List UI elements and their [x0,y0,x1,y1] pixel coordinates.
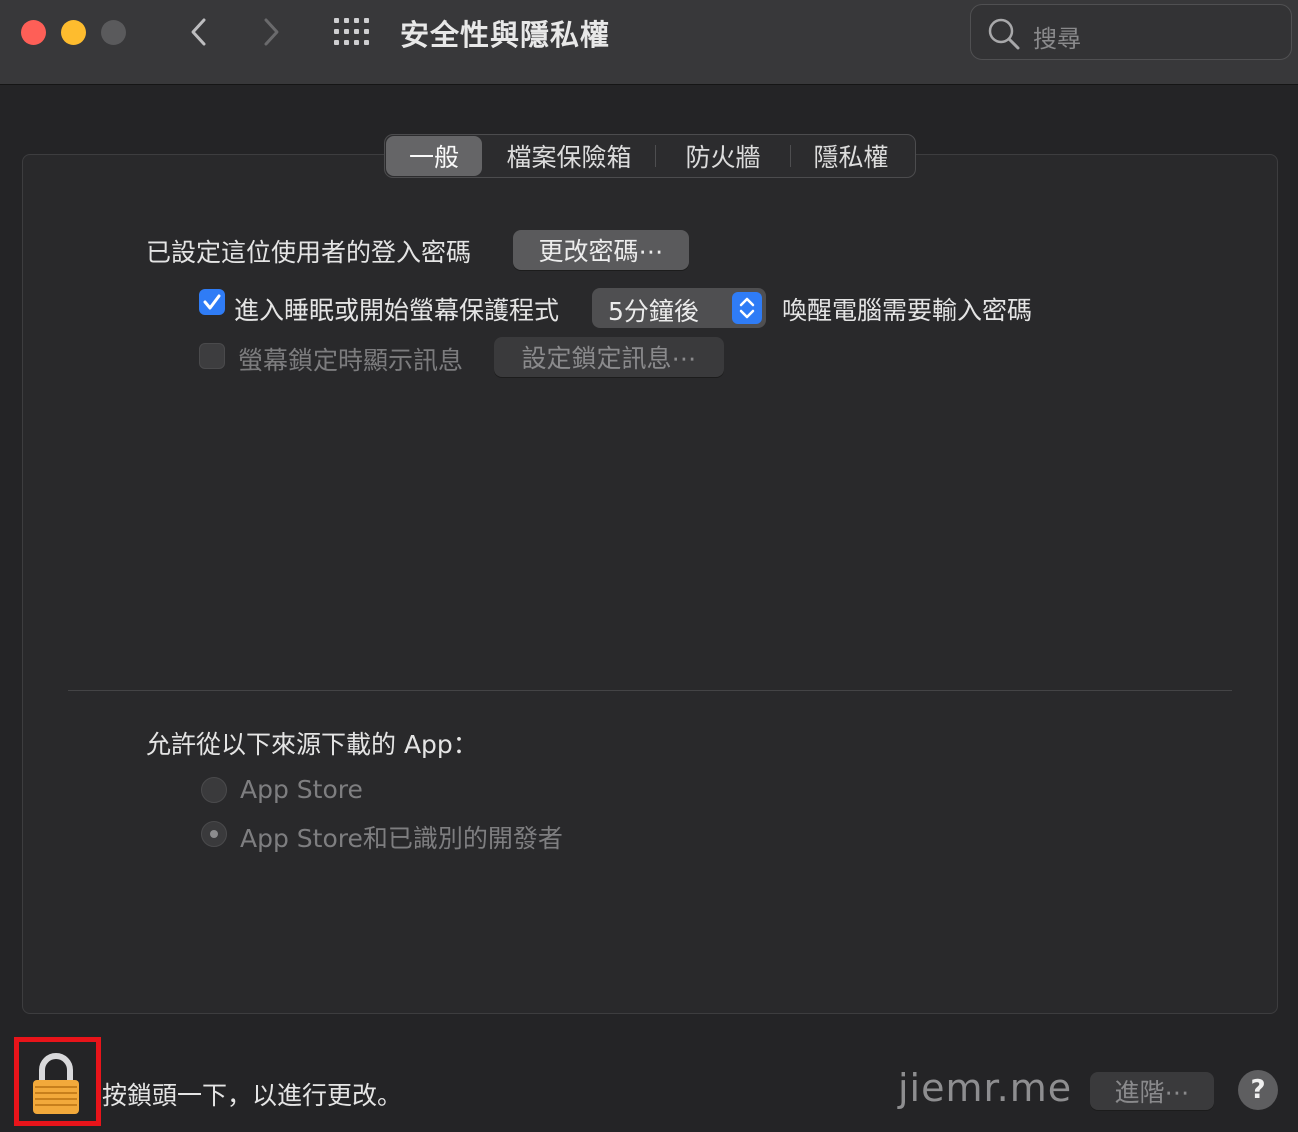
require-password-suffix: 喚醒電腦需要輸入密碼 [782,296,1033,325]
search-icon [987,17,1021,51]
tab-general[interactable]: 一般 [386,136,482,176]
window-title: 安全性與隱私權 [400,18,611,52]
lock-message-label: 螢幕鎖定時顯示訊息 [238,346,464,375]
allow-apps-label: 允許從以下來源下載的 App： [146,730,478,759]
tab-firewall[interactable]: 防火牆 [656,135,790,177]
zoom-window-button[interactable] [101,20,126,45]
require-password-checkbox[interactable] [199,289,225,315]
lock-icon[interactable] [30,1052,82,1116]
title-bar: 安全性與隱私權 搜尋 [0,0,1298,85]
watermark-text: jiemr.me [898,1066,1073,1110]
password-delay-select[interactable]: 5分鐘後 [592,288,766,328]
section-divider [68,690,1232,691]
tab-bar: 一般 檔案保險箱 防火牆 隱私權 [384,134,916,178]
radio-app-store[interactable] [201,777,227,803]
tab-filevault[interactable]: 檔案保險箱 [483,135,655,177]
show-all-grid-icon[interactable] [333,17,371,47]
lock-message-checkbox[interactable] [199,343,225,369]
set-lock-message-button[interactable]: 設定鎖定訊息⋯ [494,337,724,377]
checkmark-icon [203,294,221,310]
radio-selected-dot [210,830,218,838]
search-field[interactable]: 搜尋 [970,4,1292,60]
tab-privacy[interactable]: 隱私權 [791,135,911,177]
radio-app-store-identified-label: App Store和已識別的開發者 [240,824,563,853]
require-password-label: 進入睡眠或開始螢幕保護程式 [234,296,560,325]
lock-instruction-text: 按鎖頭一下，以進行更改。 [102,1081,403,1110]
help-button[interactable]: ? [1238,1070,1278,1110]
close-window-button[interactable] [21,20,46,45]
change-password-button[interactable]: 更改密碼⋯ [513,230,689,270]
forward-arrow-icon[interactable] [256,14,286,50]
radio-app-store-label: App Store [240,775,363,804]
back-arrow-icon[interactable] [184,14,214,50]
advanced-button[interactable]: 進階⋯ [1090,1072,1214,1110]
radio-app-store-identified[interactable] [201,821,227,847]
chevron-updown-icon [732,292,762,324]
search-placeholder: 搜尋 [1033,25,1081,53]
minimize-window-button[interactable] [61,20,86,45]
general-panel [22,154,1278,1014]
password-set-label: 已設定這位使用者的登入密碼 [146,238,472,267]
password-delay-value: 5分鐘後 [608,297,699,326]
